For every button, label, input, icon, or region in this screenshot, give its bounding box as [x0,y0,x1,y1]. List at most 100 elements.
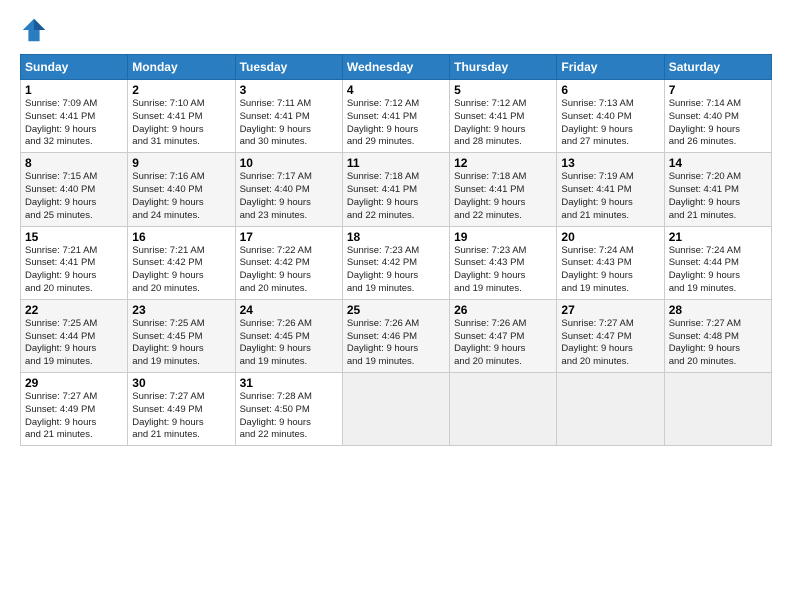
week-row-3: 15Sunrise: 7:21 AM Sunset: 4:41 PM Dayli… [21,226,772,299]
day-info: Sunrise: 7:23 AM Sunset: 4:43 PM Dayligh… [454,245,552,296]
day-info: Sunrise: 7:27 AM Sunset: 4:48 PM Dayligh… [669,318,767,369]
day-number: 16 [132,230,230,244]
day-info: Sunrise: 7:26 AM Sunset: 4:45 PM Dayligh… [240,318,338,369]
day-number: 25 [347,303,445,317]
col-header-saturday: Saturday [664,55,771,80]
logo [20,16,52,44]
day-cell: 3Sunrise: 7:11 AM Sunset: 4:41 PM Daylig… [235,80,342,153]
page: SundayMondayTuesdayWednesdayThursdayFrid… [0,0,792,612]
day-cell: 2Sunrise: 7:10 AM Sunset: 4:41 PM Daylig… [128,80,235,153]
day-cell: 4Sunrise: 7:12 AM Sunset: 4:41 PM Daylig… [342,80,449,153]
day-info: Sunrise: 7:11 AM Sunset: 4:41 PM Dayligh… [240,98,338,149]
day-number: 10 [240,156,338,170]
day-cell [342,373,449,446]
col-header-thursday: Thursday [450,55,557,80]
calendar-table: SundayMondayTuesdayWednesdayThursdayFrid… [20,54,772,446]
day-cell: 14Sunrise: 7:20 AM Sunset: 4:41 PM Dayli… [664,153,771,226]
day-cell: 12Sunrise: 7:18 AM Sunset: 4:41 PM Dayli… [450,153,557,226]
col-header-sunday: Sunday [21,55,128,80]
day-info: Sunrise: 7:14 AM Sunset: 4:40 PM Dayligh… [669,98,767,149]
day-info: Sunrise: 7:13 AM Sunset: 4:40 PM Dayligh… [561,98,659,149]
day-number: 28 [669,303,767,317]
day-number: 30 [132,376,230,390]
day-info: Sunrise: 7:15 AM Sunset: 4:40 PM Dayligh… [25,171,123,222]
day-info: Sunrise: 7:23 AM Sunset: 4:42 PM Dayligh… [347,245,445,296]
day-cell: 26Sunrise: 7:26 AM Sunset: 4:47 PM Dayli… [450,299,557,372]
day-info: Sunrise: 7:12 AM Sunset: 4:41 PM Dayligh… [347,98,445,149]
day-number: 2 [132,83,230,97]
day-number: 19 [454,230,552,244]
day-cell: 28Sunrise: 7:27 AM Sunset: 4:48 PM Dayli… [664,299,771,372]
day-info: Sunrise: 7:24 AM Sunset: 4:44 PM Dayligh… [669,245,767,296]
day-info: Sunrise: 7:25 AM Sunset: 4:45 PM Dayligh… [132,318,230,369]
day-number: 5 [454,83,552,97]
week-row-4: 22Sunrise: 7:25 AM Sunset: 4:44 PM Dayli… [21,299,772,372]
day-number: 1 [25,83,123,97]
day-cell: 29Sunrise: 7:27 AM Sunset: 4:49 PM Dayli… [21,373,128,446]
day-cell: 31Sunrise: 7:28 AM Sunset: 4:50 PM Dayli… [235,373,342,446]
day-info: Sunrise: 7:09 AM Sunset: 4:41 PM Dayligh… [25,98,123,149]
day-cell: 1Sunrise: 7:09 AM Sunset: 4:41 PM Daylig… [21,80,128,153]
col-header-friday: Friday [557,55,664,80]
day-cell [664,373,771,446]
day-number: 18 [347,230,445,244]
day-number: 11 [347,156,445,170]
day-number: 27 [561,303,659,317]
col-header-monday: Monday [128,55,235,80]
day-info: Sunrise: 7:12 AM Sunset: 4:41 PM Dayligh… [454,98,552,149]
day-cell: 30Sunrise: 7:27 AM Sunset: 4:49 PM Dayli… [128,373,235,446]
day-info: Sunrise: 7:17 AM Sunset: 4:40 PM Dayligh… [240,171,338,222]
day-number: 7 [669,83,767,97]
day-number: 23 [132,303,230,317]
day-number: 22 [25,303,123,317]
day-cell [450,373,557,446]
day-cell: 11Sunrise: 7:18 AM Sunset: 4:41 PM Dayli… [342,153,449,226]
day-info: Sunrise: 7:26 AM Sunset: 4:46 PM Dayligh… [347,318,445,369]
day-info: Sunrise: 7:16 AM Sunset: 4:40 PM Dayligh… [132,171,230,222]
day-number: 14 [669,156,767,170]
day-cell: 8Sunrise: 7:15 AM Sunset: 4:40 PM Daylig… [21,153,128,226]
day-cell [557,373,664,446]
day-number: 20 [561,230,659,244]
day-cell: 13Sunrise: 7:19 AM Sunset: 4:41 PM Dayli… [557,153,664,226]
week-row-5: 29Sunrise: 7:27 AM Sunset: 4:49 PM Dayli… [21,373,772,446]
day-cell: 5Sunrise: 7:12 AM Sunset: 4:41 PM Daylig… [450,80,557,153]
day-cell: 17Sunrise: 7:22 AM Sunset: 4:42 PM Dayli… [235,226,342,299]
day-number: 15 [25,230,123,244]
day-number: 26 [454,303,552,317]
day-info: Sunrise: 7:20 AM Sunset: 4:41 PM Dayligh… [669,171,767,222]
day-number: 8 [25,156,123,170]
day-cell: 19Sunrise: 7:23 AM Sunset: 4:43 PM Dayli… [450,226,557,299]
day-cell: 24Sunrise: 7:26 AM Sunset: 4:45 PM Dayli… [235,299,342,372]
day-cell: 6Sunrise: 7:13 AM Sunset: 4:40 PM Daylig… [557,80,664,153]
day-cell: 21Sunrise: 7:24 AM Sunset: 4:44 PM Dayli… [664,226,771,299]
day-number: 3 [240,83,338,97]
day-info: Sunrise: 7:27 AM Sunset: 4:49 PM Dayligh… [25,391,123,442]
day-cell: 27Sunrise: 7:27 AM Sunset: 4:47 PM Dayli… [557,299,664,372]
day-info: Sunrise: 7:27 AM Sunset: 4:49 PM Dayligh… [132,391,230,442]
day-info: Sunrise: 7:24 AM Sunset: 4:43 PM Dayligh… [561,245,659,296]
day-cell: 10Sunrise: 7:17 AM Sunset: 4:40 PM Dayli… [235,153,342,226]
day-number: 12 [454,156,552,170]
week-row-1: 1Sunrise: 7:09 AM Sunset: 4:41 PM Daylig… [21,80,772,153]
day-info: Sunrise: 7:18 AM Sunset: 4:41 PM Dayligh… [347,171,445,222]
col-header-tuesday: Tuesday [235,55,342,80]
day-number: 13 [561,156,659,170]
week-row-2: 8Sunrise: 7:15 AM Sunset: 4:40 PM Daylig… [21,153,772,226]
header [20,16,772,44]
day-number: 9 [132,156,230,170]
header-row: SundayMondayTuesdayWednesdayThursdayFrid… [21,55,772,80]
day-info: Sunrise: 7:19 AM Sunset: 4:41 PM Dayligh… [561,171,659,222]
day-cell: 15Sunrise: 7:21 AM Sunset: 4:41 PM Dayli… [21,226,128,299]
day-info: Sunrise: 7:21 AM Sunset: 4:41 PM Dayligh… [25,245,123,296]
day-cell: 16Sunrise: 7:21 AM Sunset: 4:42 PM Dayli… [128,226,235,299]
day-number: 29 [25,376,123,390]
day-number: 24 [240,303,338,317]
day-info: Sunrise: 7:18 AM Sunset: 4:41 PM Dayligh… [454,171,552,222]
day-info: Sunrise: 7:10 AM Sunset: 4:41 PM Dayligh… [132,98,230,149]
day-cell: 18Sunrise: 7:23 AM Sunset: 4:42 PM Dayli… [342,226,449,299]
day-info: Sunrise: 7:26 AM Sunset: 4:47 PM Dayligh… [454,318,552,369]
day-info: Sunrise: 7:22 AM Sunset: 4:42 PM Dayligh… [240,245,338,296]
day-info: Sunrise: 7:27 AM Sunset: 4:47 PM Dayligh… [561,318,659,369]
day-cell: 25Sunrise: 7:26 AM Sunset: 4:46 PM Dayli… [342,299,449,372]
